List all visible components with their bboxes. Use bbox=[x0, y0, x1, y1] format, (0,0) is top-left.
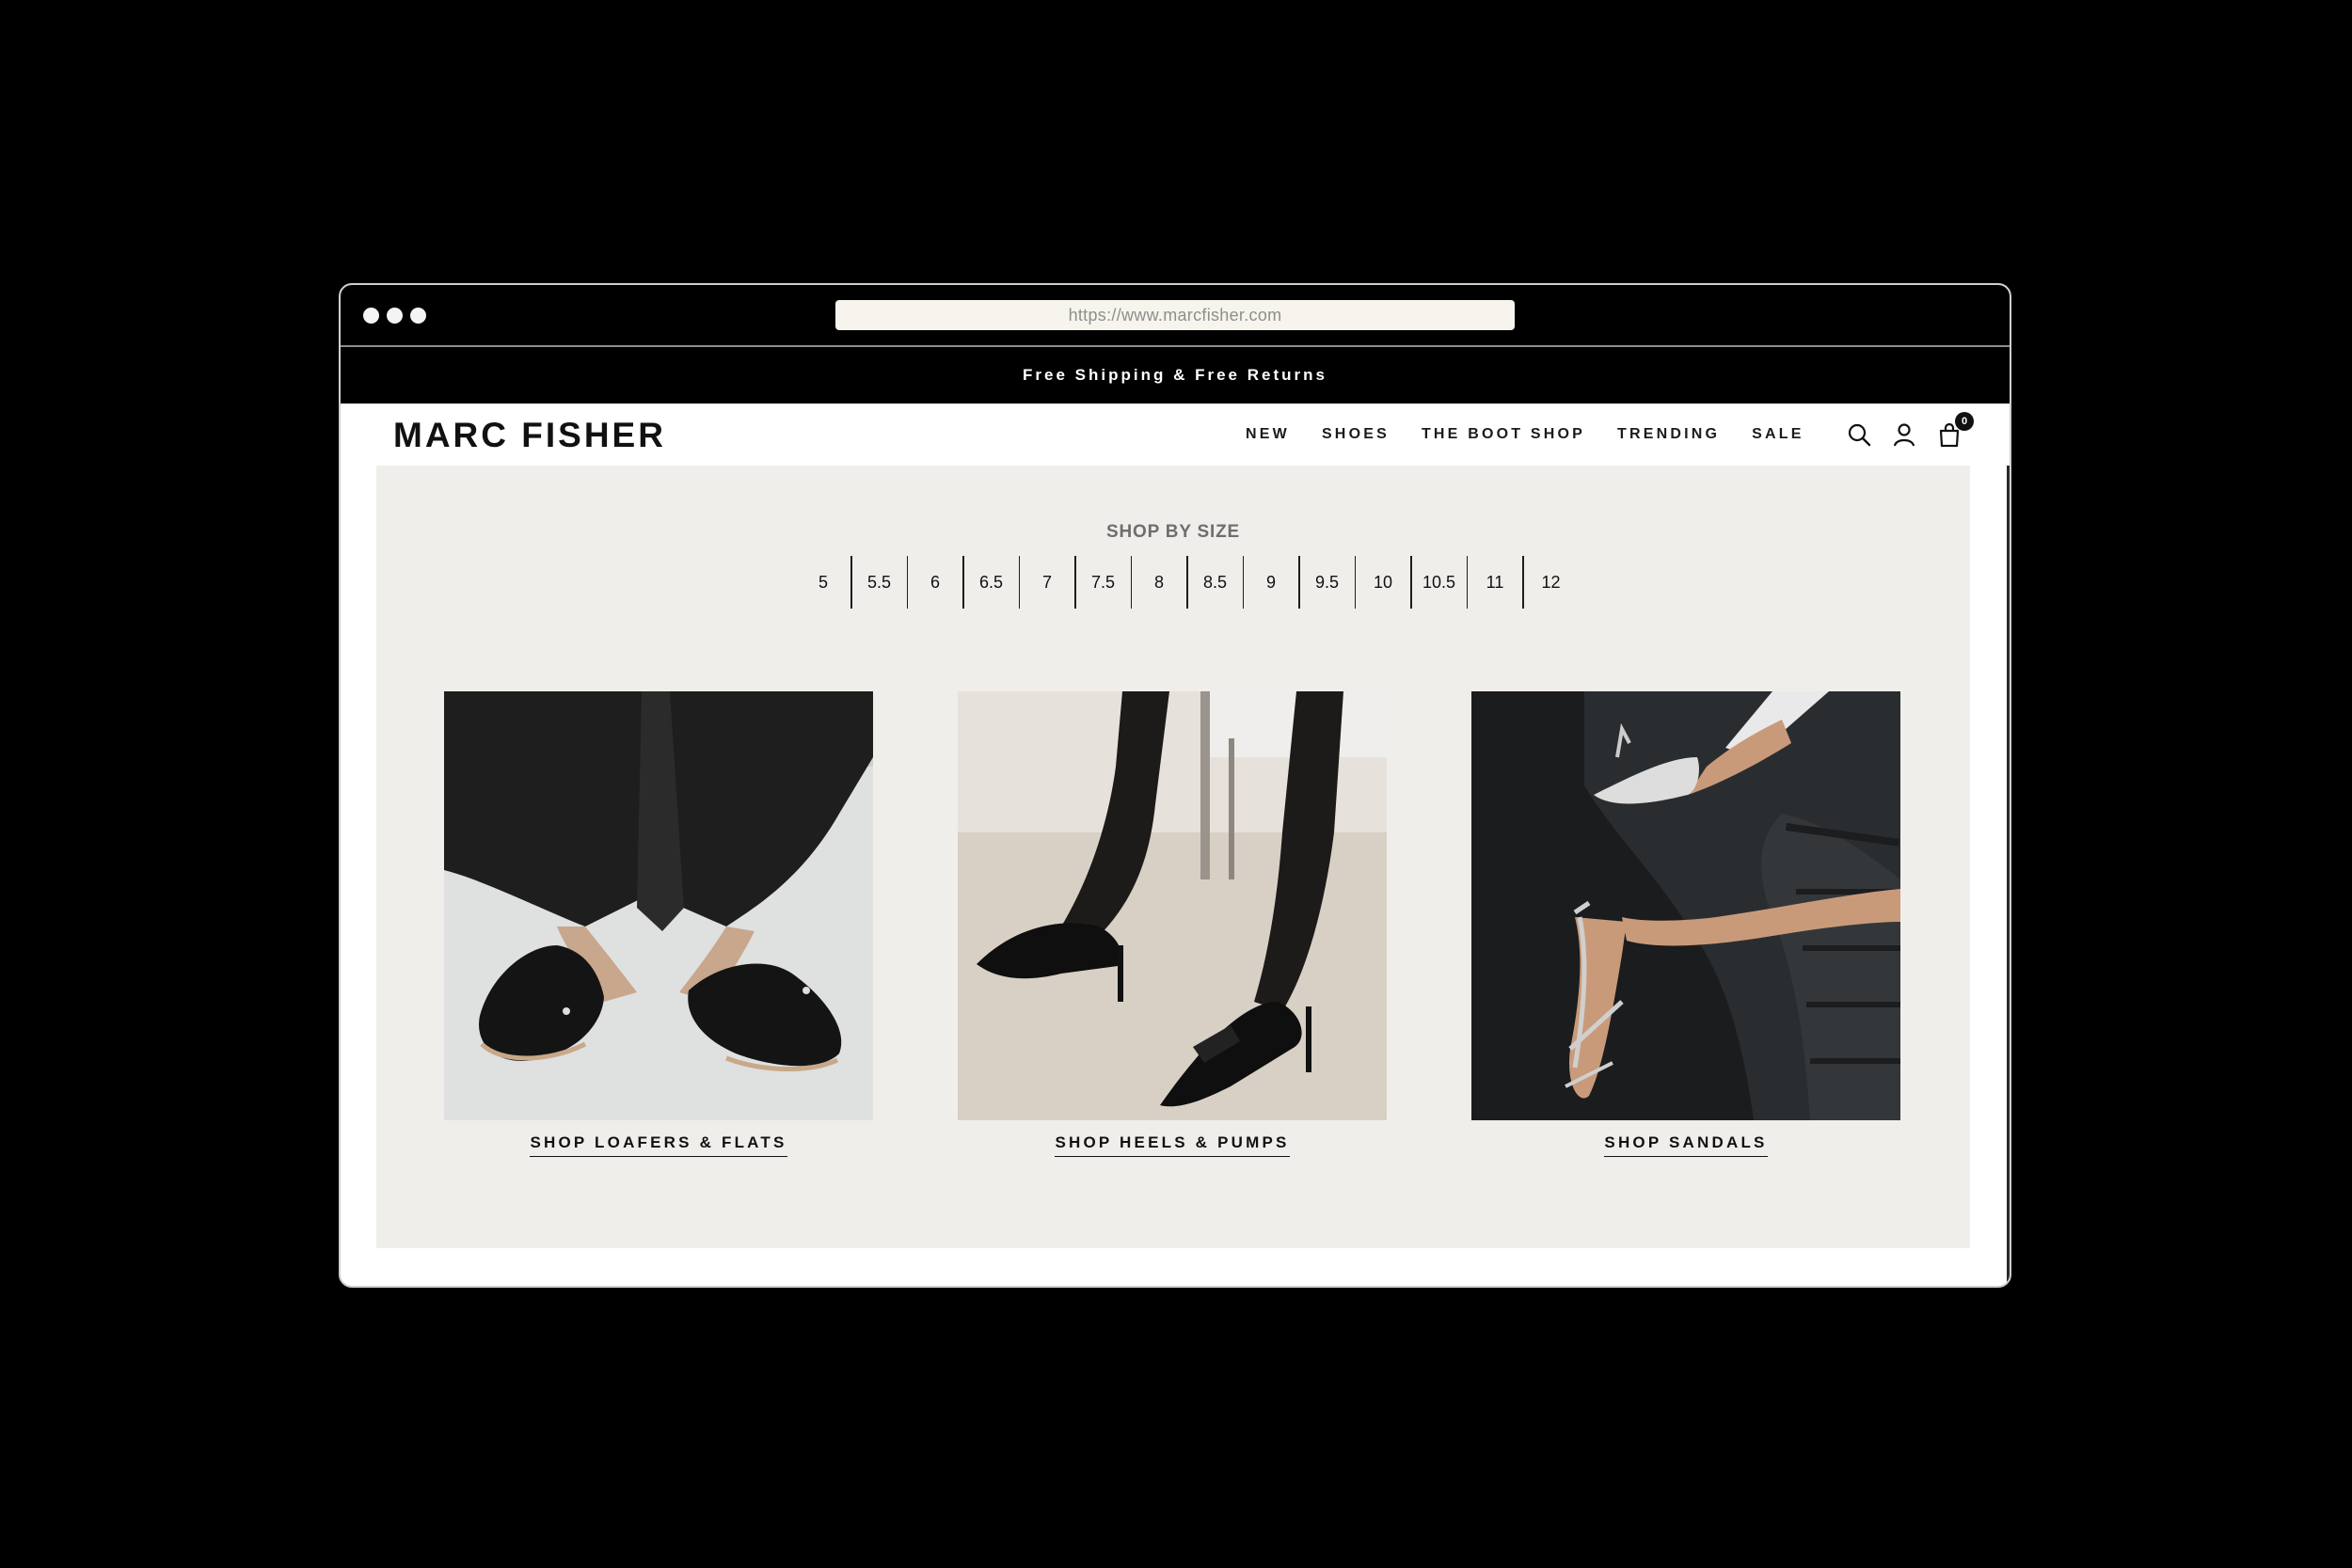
nav-item-boot-shop[interactable]: THE BOOT SHOP bbox=[1422, 426, 1585, 443]
search-icon[interactable] bbox=[1846, 421, 1872, 448]
brand-logo[interactable]: MARC FISHER bbox=[393, 417, 666, 454]
shop-loafers-flats-link[interactable]: SHOP LOAFERS & FLATS bbox=[530, 1133, 787, 1157]
category-card-heels: SHOP HEELS & PUMPS bbox=[958, 691, 1387, 1157]
heels-photo[interactable] bbox=[958, 691, 1387, 1120]
shop-heels-pumps-link[interactable]: SHOP HEELS & PUMPS bbox=[1055, 1133, 1290, 1157]
category-card-loafers: SHOP LOAFERS & FLATS bbox=[444, 691, 873, 1157]
browser-chrome: https://www.marcfisher.com bbox=[341, 285, 2010, 347]
account-icon[interactable] bbox=[1891, 421, 1917, 448]
shop-sandals-link[interactable]: SHOP SANDALS bbox=[1604, 1133, 1768, 1157]
size-option[interactable]: 10.5 bbox=[1412, 556, 1467, 609]
nav-item-sale[interactable]: SALE bbox=[1752, 426, 1804, 443]
sandals-photo[interactable] bbox=[1471, 691, 1900, 1120]
size-option[interactable]: 11 bbox=[1468, 556, 1522, 609]
size-option[interactable]: 9 bbox=[1244, 556, 1298, 609]
size-option[interactable]: 8.5 bbox=[1188, 556, 1243, 609]
size-option[interactable]: 9.5 bbox=[1300, 556, 1355, 609]
nav-item-shoes[interactable]: SHOES bbox=[1322, 426, 1390, 443]
bag-icon[interactable]: 0 bbox=[1936, 412, 1974, 448]
browser-window: https://www.marcfisher.com Free Shipping… bbox=[339, 283, 2011, 1288]
size-option[interactable]: 7.5 bbox=[1076, 556, 1131, 609]
shop-panel: SHOP BY SIZE 5 5.5 6 6.5 7 7.5 8 8.5 9 9… bbox=[376, 466, 1970, 1248]
main-nav: NEW SHOES THE BOOT SHOP TRENDING SALE bbox=[1246, 404, 1804, 466]
size-option[interactable]: 5 bbox=[796, 556, 850, 609]
size-option[interactable]: 6.5 bbox=[964, 556, 1019, 609]
window-dot-maximize[interactable] bbox=[410, 308, 426, 324]
size-option[interactable]: 10 bbox=[1356, 556, 1410, 609]
size-option[interactable]: 12 bbox=[1524, 556, 1579, 609]
shop-by-size-title: SHOP BY SIZE bbox=[1106, 522, 1240, 542]
window-dot-minimize[interactable] bbox=[387, 308, 403, 324]
size-option[interactable]: 7 bbox=[1020, 556, 1074, 609]
site-header: MARC FISHER NEW SHOES THE BOOT SHOP TREN… bbox=[341, 404, 2010, 466]
category-card-sandals: SHOP SANDALS bbox=[1471, 691, 1900, 1157]
page-scrollbar[interactable] bbox=[2007, 466, 2010, 1286]
announcement-bar: Free Shipping & Free Returns bbox=[341, 347, 2010, 404]
size-option[interactable]: 8 bbox=[1132, 556, 1186, 609]
cart-count-badge: 0 bbox=[1955, 412, 1974, 431]
header-icons: 0 bbox=[1846, 404, 1974, 466]
size-option[interactable]: 6 bbox=[908, 556, 962, 609]
size-selector: 5 5.5 6 6.5 7 7.5 8 8.5 9 9.5 10 10.5 11… bbox=[796, 556, 1579, 609]
loafers-photo[interactable] bbox=[444, 691, 873, 1120]
address-bar[interactable]: https://www.marcfisher.com bbox=[835, 300, 1515, 330]
size-option[interactable]: 5.5 bbox=[852, 556, 907, 609]
nav-item-trending[interactable]: TRENDING bbox=[1617, 426, 1720, 443]
window-controls bbox=[363, 308, 426, 324]
window-dot-close[interactable] bbox=[363, 308, 379, 324]
nav-item-new[interactable]: NEW bbox=[1246, 426, 1290, 443]
